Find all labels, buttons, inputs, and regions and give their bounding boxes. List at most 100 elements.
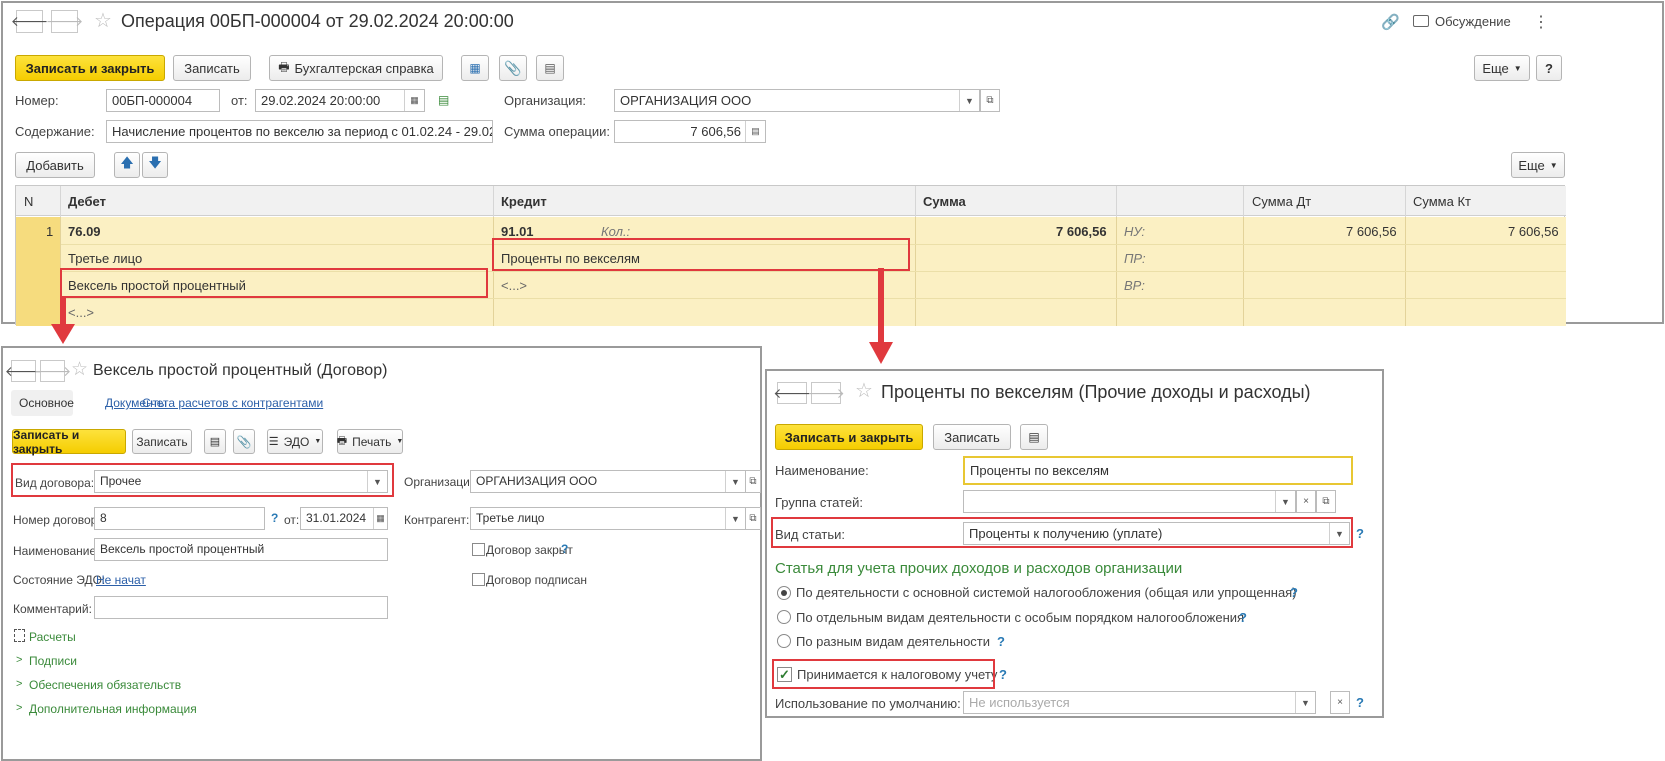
sum-input[interactable]: 7 606,56 ▤ — [614, 120, 766, 143]
radio-special-tax[interactable] — [777, 610, 791, 624]
attachment-icon[interactable]: 📎 — [233, 429, 255, 454]
print-button[interactable]: 🖶 Печать ▼ — [337, 429, 403, 454]
open-icon[interactable]: ⧉ — [980, 89, 1000, 112]
calculator-small-icon[interactable]: ▤ — [745, 121, 765, 142]
forward-button[interactable]: 🡒 — [34, 360, 71, 382]
section-securities[interactable]: Обеспечения обязательств — [29, 678, 181, 692]
content-input[interactable]: Начисление процентов по векселю за перио… — [106, 120, 493, 143]
forward-button[interactable]: 🡒 — [807, 382, 845, 404]
clear-icon[interactable]: × — [1296, 490, 1316, 513]
debit-account[interactable]: 76.09 — [68, 224, 101, 239]
back-button[interactable]: 🡐 — [11, 10, 48, 33]
expand-icon[interactable] — [14, 629, 25, 642]
help-icon[interactable]: ? — [1239, 610, 1247, 625]
section-additional[interactable]: Дополнительная информация — [29, 702, 197, 716]
default-input[interactable]: Не используется ▼ — [963, 691, 1316, 714]
attachment-icon[interactable]: 📎 — [499, 55, 527, 81]
dropdown-icon[interactable]: ▼ — [959, 90, 979, 111]
calendar-icon[interactable]: ▦ — [404, 90, 424, 111]
radio-main-tax[interactable] — [777, 586, 791, 600]
contract-date-input[interactable]: 31.01.2024 ▦ — [300, 507, 388, 530]
dropdown-icon[interactable]: ▼ — [1275, 491, 1295, 512]
save-close-button[interactable]: Записать и закрыть — [15, 55, 165, 81]
edo-icon: ☰ — [268, 436, 279, 448]
sum-kt-cell[interactable]: 7 606,56 — [1508, 224, 1559, 239]
move-down-icon[interactable]: 🡇 — [142, 152, 168, 178]
help-icon[interactable]: ? — [997, 634, 1005, 649]
help-icon[interactable]: ? — [1290, 585, 1298, 600]
org-input[interactable]: ОРГАНИЗАЦИЯ ООО ▼ — [470, 470, 746, 493]
calculator-icon[interactable]: ▤ — [1020, 424, 1048, 450]
radio-mixed[interactable] — [777, 634, 791, 648]
number-label: Номер: — [15, 93, 59, 108]
calendar-icon[interactable]: ▦ — [373, 508, 387, 529]
help-icon[interactable]: ? — [561, 542, 568, 556]
tab-accounts[interactable]: Счета расчетов с контрагентами — [142, 396, 323, 410]
edo-button[interactable]: ☰ ЭДО ▼ — [267, 429, 323, 454]
calculator-icon[interactable]: ▤ — [204, 429, 226, 454]
closed-checkbox[interactable] — [472, 543, 485, 556]
contract-number-input[interactable]: 8 — [94, 507, 265, 530]
open-icon[interactable]: ⧉ — [745, 470, 761, 493]
expand-icon[interactable]: > — [16, 678, 22, 690]
date-input[interactable]: 29.02.2024 20:00:00 ▦ — [255, 89, 425, 112]
default-placeholder: Не используется — [969, 695, 1070, 710]
name-input[interactable]: Вексель простой процентный — [94, 538, 388, 561]
name-input[interactable]: Проценты по векселям — [963, 456, 1353, 485]
forward-button[interactable]: 🡒 — [46, 10, 83, 33]
discussion-icon[interactable] — [1413, 15, 1429, 27]
posting-icon[interactable]: ▤ — [438, 93, 449, 107]
open-icon[interactable]: ⧉ — [745, 507, 761, 530]
help-icon[interactable]: ? — [1356, 695, 1364, 710]
save-close-button[interactable]: Записать и закрыть — [12, 428, 126, 456]
sum-dt-cell[interactable]: 7 606,56 — [1346, 224, 1397, 239]
comment-label: Комментарий: — [13, 602, 92, 616]
more-button[interactable]: Еще ▼ — [1474, 55, 1530, 81]
save-button[interactable]: Записать — [132, 429, 192, 454]
open-icon[interactable]: ⧉ — [1316, 490, 1336, 513]
acc-ref-button[interactable]: 🖶 Бухгалтерская справка — [269, 55, 443, 81]
org-input[interactable]: ОРГАНИЗАЦИЯ ООО ▼ — [614, 89, 980, 112]
discussion-label[interactable]: Обсуждение — [1435, 14, 1511, 29]
comment-input[interactable] — [94, 596, 388, 619]
structure-icon[interactable]: ▦ — [461, 55, 489, 81]
col-debit: Дебет — [68, 194, 106, 209]
sum-cell[interactable]: 7 606,56 — [1056, 224, 1107, 239]
back-button[interactable]: 🡐 — [5, 360, 42, 382]
edo-state-link[interactable]: Не начат — [96, 573, 146, 587]
help-button[interactable]: ? — [1536, 55, 1562, 81]
help-icon[interactable]: ? — [1356, 526, 1364, 541]
star-icon[interactable]: ☆ — [71, 358, 88, 381]
dropdown-icon[interactable]: ▼ — [725, 471, 745, 492]
calculator-icon[interactable]: ▤ — [536, 55, 564, 81]
help-icon[interactable]: ? — [271, 511, 278, 525]
number-input[interactable]: 00БП-000004 — [106, 89, 220, 112]
help-icon[interactable]: ? — [999, 667, 1007, 682]
expand-icon[interactable]: > — [16, 702, 22, 714]
credit-subconto-2[interactable]: <...> — [501, 278, 527, 293]
menu-icon[interactable]: ⋮ — [1533, 12, 1549, 32]
move-up-icon[interactable]: 🡅 — [114, 152, 140, 178]
section-signatures[interactable]: Подписи — [29, 654, 77, 668]
save-close-button[interactable]: Записать и закрыть — [775, 424, 923, 450]
dropdown-icon[interactable]: ▼ — [1295, 692, 1315, 713]
save-button[interactable]: Записать — [933, 424, 1011, 450]
expand-icon[interactable]: > — [16, 654, 22, 666]
link-icon[interactable]: 🔗 — [1381, 13, 1400, 31]
radio-dot — [781, 590, 787, 596]
credit-account[interactable]: 91.01 — [501, 224, 534, 239]
dropdown-icon[interactable]: ▼ — [725, 508, 745, 529]
section-payments[interactable]: Расчеты — [29, 630, 76, 644]
clear-icon[interactable]: × — [1330, 691, 1350, 714]
star-icon[interactable]: ☆ — [855, 378, 873, 403]
add-button[interactable]: Добавить — [15, 152, 95, 178]
group-input[interactable]: ▼ — [963, 490, 1296, 513]
more-table-button[interactable]: Еще ▼ — [1511, 152, 1565, 178]
save-button[interactable]: Записать — [173, 55, 251, 81]
debit-subconto-1[interactable]: Третье лицо — [68, 251, 142, 266]
back-button[interactable]: 🡐 — [773, 382, 811, 404]
debit-subconto-3[interactable]: <...> — [68, 305, 94, 320]
star-icon[interactable]: ☆ — [94, 8, 112, 33]
counterparty-input[interactable]: Третье лицо ▼ — [470, 507, 746, 530]
signed-checkbox[interactable] — [472, 573, 485, 586]
